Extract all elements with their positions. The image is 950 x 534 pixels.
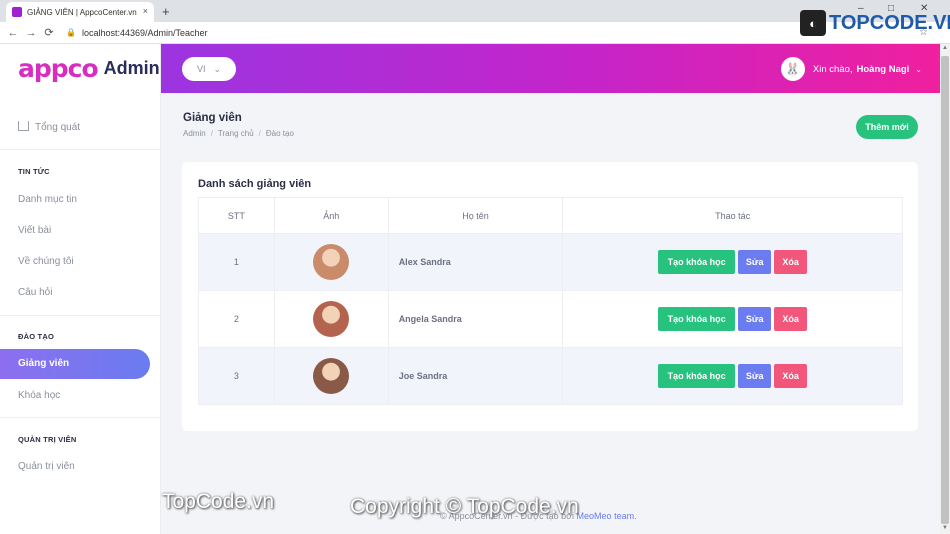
sidebar-section-admin: QUẢN TRỊ VIÊN bbox=[18, 435, 77, 444]
topcode-logo-icon: ◐ bbox=[800, 10, 826, 36]
scroll-down-icon[interactable]: ▼ bbox=[940, 525, 950, 531]
watermark-text-center: Copyright © TopCode.vn bbox=[350, 495, 579, 518]
sidebar-item-overview[interactable]: Tổng quát bbox=[0, 113, 161, 143]
create-course-button[interactable]: Tạo khóa học bbox=[658, 307, 736, 331]
row-name: Angela Sandra bbox=[387, 290, 564, 348]
sidebar-item-administrators[interactable]: Quản trị viên bbox=[0, 452, 161, 482]
greeting-text: Xin chào, bbox=[812, 63, 853, 75]
teacher-photo bbox=[313, 358, 350, 394]
breadcrumb-home[interactable]: Trang chủ bbox=[218, 129, 254, 138]
card-title: Danh sách giảng viên bbox=[198, 178, 312, 190]
avatar: 🐰 bbox=[780, 57, 805, 81]
table-row: 2 Angela Sandra Tạo khóa học Sửa Xóa bbox=[198, 290, 903, 348]
breadcrumb: Admin / Trang chủ / Đào tạo bbox=[183, 129, 294, 138]
sidebar: appco Admin Tổng quát TIN TỨC Danh mục t… bbox=[0, 44, 161, 534]
scrollbar-thumb[interactable] bbox=[941, 56, 949, 524]
sidebar-section-news: TIN TỨC bbox=[18, 167, 50, 176]
delete-button[interactable]: Xóa bbox=[774, 364, 808, 388]
lock-icon: 🔒 bbox=[66, 28, 76, 37]
page-scrollbar[interactable]: ▲ ▼ bbox=[940, 44, 950, 534]
column-header-name: Họ tên bbox=[387, 197, 564, 234]
sidebar-item-courses[interactable]: Khóa học bbox=[0, 381, 161, 411]
breadcrumb-separator: / bbox=[258, 129, 261, 138]
url-field[interactable]: 🔒 localhost:44369/Admin/Teacher bbox=[66, 28, 208, 38]
column-header-photo: Ảnh bbox=[273, 197, 389, 234]
breadcrumb-training[interactable]: Đào tạo bbox=[266, 129, 294, 138]
logo-brand: appco bbox=[18, 54, 99, 83]
home-icon bbox=[18, 121, 29, 131]
footer-team-link[interactable]: MeoMeo team. bbox=[577, 511, 637, 521]
topcode-watermark-logo: ◐ TOPCODE.VN bbox=[800, 10, 950, 36]
row-actions: Tạo khóa học Sửa Xóa bbox=[562, 290, 903, 348]
edit-button[interactable]: Sửa bbox=[738, 364, 772, 388]
row-photo-cell bbox=[273, 347, 389, 405]
sidebar-item-teachers[interactable]: Giảng viên bbox=[0, 349, 150, 379]
user-name: Hoàng Nagi bbox=[856, 63, 910, 75]
table-row: 3 Joe Sandra Tạo khóa học Sửa Xóa bbox=[198, 347, 903, 405]
language-select[interactable]: VI ⌄ bbox=[182, 57, 236, 81]
chevron-down-icon: ⌄ bbox=[213, 63, 222, 74]
teacher-table: STT Ảnh Họ tên Thao tác 1 Alex Sandra Tạ… bbox=[198, 197, 903, 405]
row-photo-cell bbox=[273, 290, 389, 348]
row-index: 3 bbox=[198, 347, 275, 405]
row-index: 1 bbox=[198, 233, 275, 291]
new-tab-button[interactable]: + bbox=[162, 5, 170, 19]
sidebar-divider bbox=[0, 149, 161, 150]
row-actions: Tạo khóa học Sửa Xóa bbox=[562, 233, 903, 291]
create-course-button[interactable]: Tạo khóa học bbox=[658, 250, 736, 274]
row-name: Joe Sandra bbox=[387, 347, 564, 405]
row-actions: Tạo khóa học Sửa Xóa bbox=[562, 347, 903, 405]
url-text: localhost:44369/Admin/Teacher bbox=[81, 27, 208, 38]
delete-button[interactable]: Xóa bbox=[774, 307, 808, 331]
topcode-logo-text: TOPCODE.VN bbox=[829, 11, 950, 34]
sidebar-item-about-us[interactable]: Về chúng tôi bbox=[0, 247, 161, 277]
back-icon[interactable]: ← bbox=[4, 27, 22, 39]
row-name: Alex Sandra bbox=[387, 233, 564, 291]
tab-close-icon[interactable]: × bbox=[143, 6, 148, 16]
table-header-row: STT Ảnh Họ tên Thao tác bbox=[198, 197, 903, 234]
page-title: Giảng viên bbox=[183, 112, 242, 124]
add-new-button[interactable]: Thêm mới bbox=[856, 115, 918, 139]
sidebar-section-training: ĐÀO TẠO bbox=[18, 332, 54, 341]
create-course-button[interactable]: Tạo khóa học bbox=[658, 364, 736, 388]
user-menu[interactable]: 🐰 Xin chào, Hoàng Nagi ⌄ bbox=[780, 57, 922, 81]
delete-button[interactable]: Xóa bbox=[774, 250, 808, 274]
forward-icon[interactable]: → bbox=[22, 27, 40, 39]
tab-title: GIẢNG VIÊN | AppcoCenter.vn bbox=[27, 7, 137, 17]
chevron-down-icon: ⌄ bbox=[915, 64, 922, 74]
scroll-up-icon[interactable]: ▲ bbox=[940, 45, 950, 51]
sidebar-item-faq[interactable]: Câu hỏi bbox=[0, 278, 161, 308]
sidebar-item-write-post[interactable]: Viết bài bbox=[0, 216, 161, 246]
app-logo[interactable]: appco Admin bbox=[18, 54, 160, 83]
row-photo-cell bbox=[273, 233, 389, 291]
sidebar-item-label: Tổng quát bbox=[35, 122, 81, 133]
browser-tab[interactable]: GIẢNG VIÊN | AppcoCenter.vn × bbox=[6, 2, 154, 22]
table-row: 1 Alex Sandra Tạo khóa học Sửa Xóa bbox=[198, 233, 903, 291]
site-favicon-icon bbox=[12, 7, 22, 17]
top-header: VI ⌄ 🐰 Xin chào, Hoàng Nagi ⌄ bbox=[161, 44, 940, 93]
breadcrumb-admin[interactable]: Admin bbox=[183, 129, 206, 138]
column-header-actions: Thao tác bbox=[562, 197, 903, 234]
edit-button[interactable]: Sửa bbox=[738, 250, 772, 274]
teacher-list-card: Danh sách giảng viên STT Ảnh Họ tên Thao… bbox=[182, 162, 918, 431]
language-value: VI bbox=[196, 64, 206, 74]
column-header-index: STT bbox=[198, 197, 275, 234]
watermark-text-left: TopCode.vn bbox=[162, 490, 275, 513]
teacher-photo bbox=[313, 244, 350, 280]
sidebar-divider bbox=[0, 417, 161, 418]
reload-icon[interactable]: ⟳ bbox=[40, 26, 58, 39]
edit-button[interactable]: Sửa bbox=[738, 307, 772, 331]
sidebar-item-news-categories[interactable]: Danh mục tin bbox=[0, 185, 161, 215]
teacher-photo bbox=[313, 301, 350, 337]
logo-admin-label: Admin bbox=[103, 58, 160, 78]
sidebar-divider bbox=[0, 315, 161, 316]
breadcrumb-separator: / bbox=[210, 129, 213, 138]
row-index: 2 bbox=[198, 290, 275, 348]
